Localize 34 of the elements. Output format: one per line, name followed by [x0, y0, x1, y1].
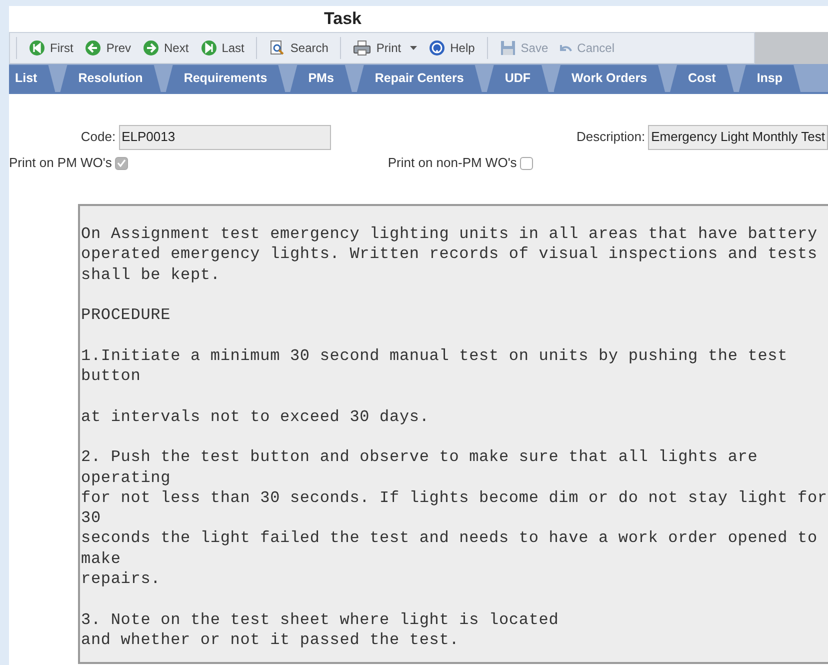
tab[interactable]: List	[9, 65, 56, 92]
tab[interactable]: Resolution	[60, 65, 161, 92]
fast-forward-icon	[200, 40, 217, 56]
description-field[interactable]: Emergency Light Monthly Test	[648, 124, 828, 150]
printer-icon	[353, 40, 372, 56]
checkbox-label: Print on PM WO's	[9, 154, 112, 172]
checkbox[interactable]	[520, 156, 533, 170]
tab[interactable]: Requirements	[166, 65, 286, 92]
tab[interactable]: Insp	[738, 65, 801, 92]
left-arrow-icon	[85, 40, 102, 56]
next-button[interactable]: Next	[137, 36, 195, 60]
code-field[interactable]: ELP0013	[118, 124, 332, 150]
tab[interactable]: Repair Centers	[356, 65, 482, 92]
window-title: Task	[324, 8, 362, 30]
tab[interactable]: PMs	[290, 65, 352, 92]
search-button[interactable]: Search	[263, 36, 334, 60]
undo-icon	[560, 44, 572, 52]
code-label: Code:	[80, 128, 117, 146]
right-arrow-icon	[143, 40, 160, 56]
help-icon	[429, 40, 446, 56]
first-button[interactable]: First	[23, 36, 80, 60]
search-icon	[269, 40, 286, 56]
checkbox[interactable]	[114, 156, 128, 170]
prev-button[interactable]: Prev	[79, 36, 138, 60]
help-button[interactable]: Help	[423, 36, 481, 60]
tab[interactable]: UDF	[486, 65, 549, 92]
checkbox-label: Print on non-PM WO's	[388, 154, 517, 172]
tab[interactable]: Cost	[670, 65, 734, 92]
notes-field[interactable]: On Assignment test emergency lighting units in all areas that have battery operated emergency lights. Written records of visual inspections and tests shall be kept. PROCEDURE 1.Initiate a minimum 30 second manual test on units by pushing the test button at intervals not to exceed 30 days. 2. Push the test button and observe to make sure that all lights are operating for not less than 30 seconds. If lights become dim or do not stay light for 30 seconds the light failed the test and needs to have a work order opened to make repairs. 3. Note on the test sheet where light is located and whether or not it passed the test.	[78, 204, 828, 664]
last-button[interactable]: Last	[194, 36, 250, 60]
rewind-icon	[29, 40, 45, 56]
tab[interactable]: Work Orders	[554, 65, 666, 92]
description-label: Description:	[575, 128, 646, 146]
print-button[interactable]: Print	[347, 36, 424, 60]
